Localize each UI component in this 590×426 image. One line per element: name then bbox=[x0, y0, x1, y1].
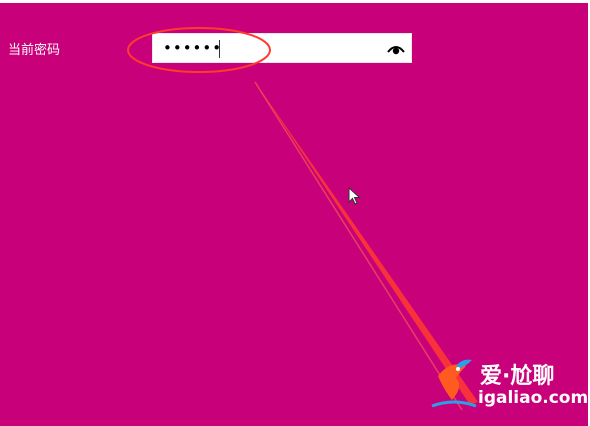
eye-icon[interactable] bbox=[385, 38, 407, 60]
watermark-title: 爱·尬聊 bbox=[480, 364, 555, 389]
current-password-label: 当前密码 bbox=[8, 43, 61, 58]
mouse-pointer-icon bbox=[348, 187, 361, 205]
text-caret bbox=[219, 40, 220, 58]
watermark-logo: 爱·尬聊 igaliao.com bbox=[430, 356, 589, 416]
bird-logo-icon bbox=[431, 359, 477, 408]
top-border bbox=[0, 0, 590, 3]
current-password-field[interactable]: •••••• bbox=[152, 33, 412, 63]
password-value: •••••• bbox=[163, 39, 223, 57]
watermark-url: igaliao.com bbox=[478, 388, 589, 408]
